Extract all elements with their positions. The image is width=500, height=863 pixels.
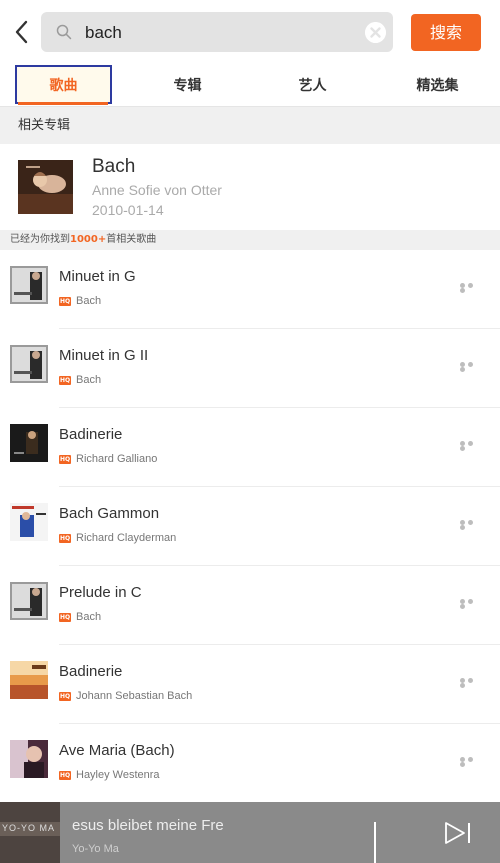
hq-badge: HQ <box>59 771 71 780</box>
back-chevron-icon[interactable] <box>10 18 34 46</box>
result-count: 已经为你找到1000+首相关歌曲 <box>0 230 500 250</box>
tab-active-underline <box>18 102 108 105</box>
album-date: 2010-01-14 <box>92 202 164 218</box>
hq-badge: HQ <box>59 376 71 385</box>
hq-badge: HQ <box>59 534 71 543</box>
tab-playlists[interactable]: 精选集 <box>389 62 486 106</box>
song-cover <box>10 503 48 541</box>
now-playing-title: esus bleibet meine Fre <box>72 817 224 834</box>
hq-badge: HQ <box>59 455 71 464</box>
skip-next-icon[interactable] <box>444 822 472 844</box>
album-cover <box>18 160 73 214</box>
song-row[interactable]: Badinerie HQ Richard Galliano <box>0 408 500 487</box>
song-artist: Richard Galliano <box>76 453 158 465</box>
search-input[interactable] <box>83 18 367 48</box>
related-albums-header: 相关专辑 <box>0 107 500 144</box>
pause-icon[interactable] <box>374 822 398 863</box>
song-row[interactable]: Bach Gammon HQ Richard Clayderman <box>0 487 500 566</box>
search-header: 搜索 <box>0 0 500 62</box>
song-artist: Bach <box>76 374 102 386</box>
more-options-icon[interactable] <box>460 757 482 767</box>
song-row[interactable]: Minuet in G II HQ Bach <box>0 329 500 408</box>
song-cover <box>10 661 48 699</box>
now-playing-artist: Yo-Yo Ma <box>72 843 119 855</box>
song-row[interactable]: Prelude in C HQ Bach <box>0 566 500 645</box>
now-playing-cover[interactable]: YO-YO MA <box>0 802 60 863</box>
song-artist: Bach <box>76 611 102 623</box>
tab-albums[interactable]: 专辑 <box>139 62 236 106</box>
cover-text: YO-YO MA <box>2 823 56 833</box>
more-options-icon[interactable] <box>460 520 482 530</box>
song-title: Badinerie <box>59 426 123 443</box>
song-row[interactable]: Minuet in G HQ Bach <box>0 250 500 329</box>
song-title: Prelude in C <box>59 584 142 601</box>
song-title: Minuet in G <box>59 268 136 285</box>
tab-artists[interactable]: 艺人 <box>264 62 361 106</box>
search-button[interactable]: 搜索 <box>411 14 481 51</box>
hq-badge: HQ <box>59 297 71 306</box>
more-options-icon[interactable] <box>460 441 482 451</box>
search-box[interactable] <box>41 12 393 52</box>
song-cover <box>10 266 48 304</box>
tab-songs[interactable]: 歌曲 <box>15 62 112 106</box>
song-title: Minuet in G II <box>59 347 149 364</box>
more-options-icon[interactable] <box>460 283 482 293</box>
song-artist: Bach <box>76 295 102 307</box>
song-cover <box>10 740 48 778</box>
result-count-prefix: 已经为你找到 <box>10 234 70 245</box>
result-count-suffix: 首相关歌曲 <box>106 234 157 245</box>
song-artist: Johann Sebastian Bach <box>76 690 193 702</box>
song-cover <box>10 582 48 620</box>
hq-badge: HQ <box>59 692 71 701</box>
song-artist: Hayley Westenra <box>76 769 160 781</box>
more-options-icon[interactable] <box>460 362 482 372</box>
song-list: Minuet in G HQ Bach Minuet in G II HQ Ba… <box>0 250 500 803</box>
song-cover <box>10 345 48 383</box>
album-item[interactable]: Bach Anne Sofie von Otter 2010-01-14 <box>0 144 500 230</box>
song-row[interactable]: Badinerie HQ Johann Sebastian Bach <box>0 645 500 724</box>
hq-badge: HQ <box>59 613 71 622</box>
tab-bar: 歌曲 专辑 艺人 精选集 <box>0 62 500 107</box>
song-cover <box>10 424 48 462</box>
song-title: Bach Gammon <box>59 505 160 522</box>
song-title: Badinerie <box>59 663 123 680</box>
album-artist: Anne Sofie von Otter <box>92 182 222 198</box>
song-title: Ave Maria (Bach) <box>59 742 175 759</box>
clear-icon[interactable] <box>365 22 386 43</box>
result-count-number: 1000+ <box>70 234 107 245</box>
song-artist: Richard Clayderman <box>76 532 177 544</box>
album-title: Bach <box>92 156 136 177</box>
now-playing-bar[interactable]: YO-YO MA esus bleibet meine Fre Yo-Yo Ma <box>0 802 500 863</box>
more-options-icon[interactable] <box>460 599 482 609</box>
search-icon <box>56 24 72 40</box>
more-options-icon[interactable] <box>460 678 482 688</box>
song-row[interactable]: Ave Maria (Bach) HQ Hayley Westenra <box>0 724 500 803</box>
